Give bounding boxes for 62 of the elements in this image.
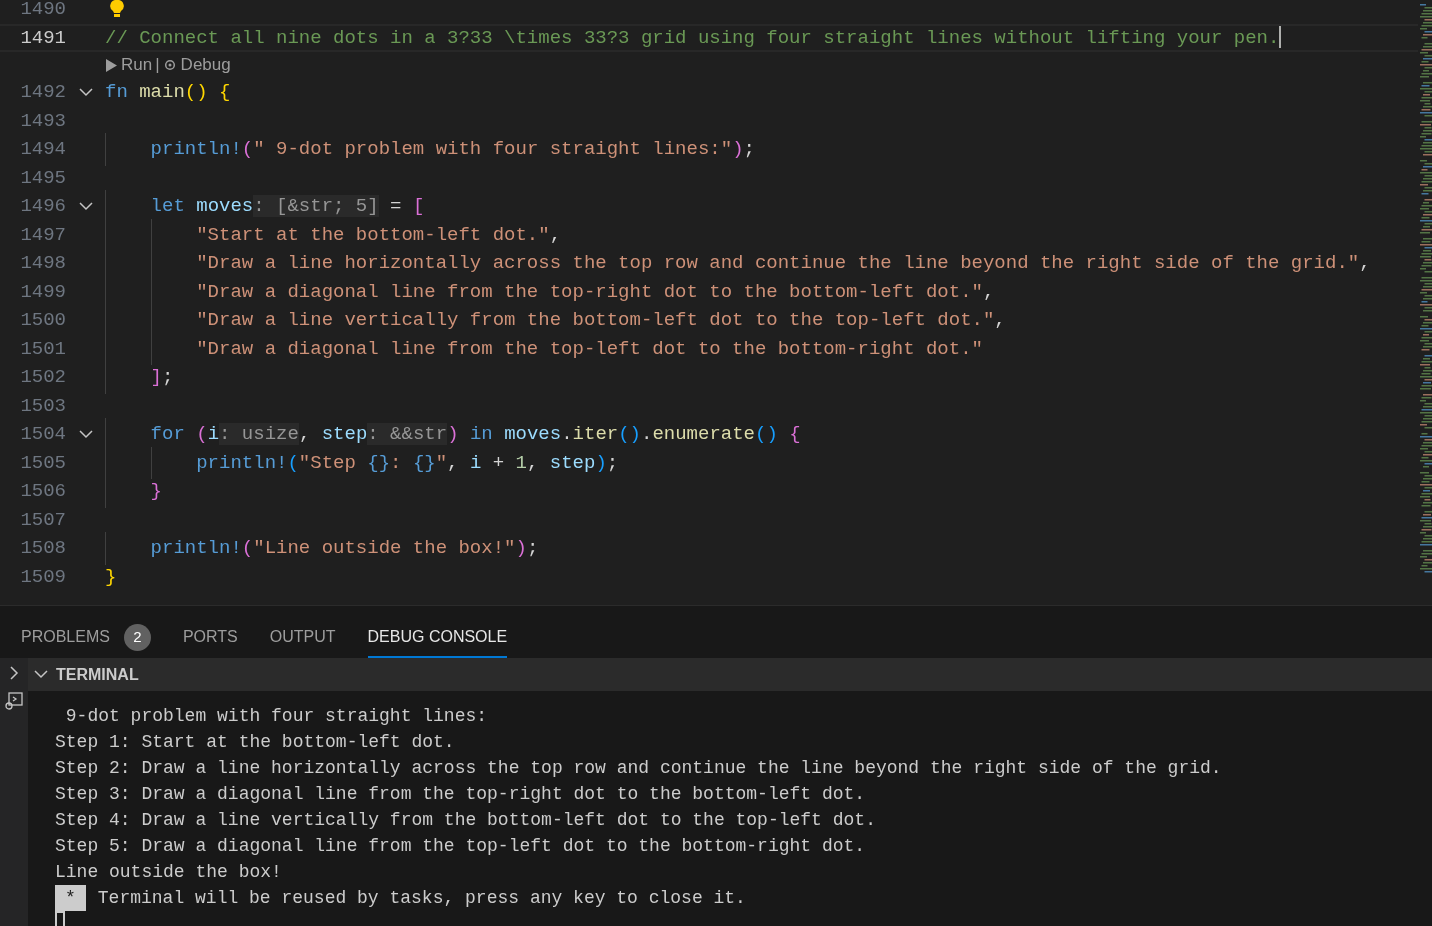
code-line: "Draw a diagonal line from the top-left dot to the bottom-right dot." — [195, 337, 983, 360]
line-number: 1500 — [19, 308, 66, 333]
terminal-line: Step 4: Draw a line vertically from the bottom-left dot to the top-left dot. — [55, 809, 876, 832]
code-line: } — [149, 480, 162, 502]
terminal-line: Step 5: Draw a diagonal line from the top-left dot to the bottom-right dot. — [55, 835, 866, 858]
code-line: fn main() { — [105, 81, 231, 103]
code-line: "Start at the bottom-left dot.", — [195, 223, 562, 246]
code-line: println!(" 9-dot problem with four straight lines:"); — [149, 138, 755, 160]
terminal-icon[interactable] — [5, 692, 23, 710]
code-line: println!("Step {}: {}", i + 1, step); — [195, 451, 619, 474]
line-number: 1505 — [19, 450, 66, 476]
task-marker: * — [55, 885, 86, 911]
line-number: 1502 — [19, 365, 66, 390]
run-link[interactable]: Run — [105, 52, 153, 78]
chevron-right-icon[interactable] — [9, 666, 19, 680]
terminal-line: 9-dot problem with four straight lines: — [64, 705, 488, 728]
line-number: 1497 — [19, 222, 66, 248]
line-number: 1496 — [19, 194, 66, 219]
code-line: "Draw a diagonal line from the top-right dot to the bottom-left dot.", — [195, 280, 995, 303]
line-number: 1507 — [19, 507, 66, 533]
terminal-line: Step 1: Start at the bottom-left dot. — [55, 731, 455, 754]
terminal-line: Terminal will be reused by tasks, press any key to close it. — [97, 887, 746, 910]
chevron-down-icon[interactable] — [78, 87, 93, 97]
terminal-line: Line outside the box! — [55, 861, 282, 884]
code-line: for (i: usize, step: &&str) in moves.iter().enumerate() { — [149, 423, 801, 445]
separator: | — [155, 54, 160, 77]
terminal-section-header[interactable]: TERMINAL — [28, 658, 1432, 691]
play-icon — [105, 58, 117, 72]
code-line: ]; — [149, 366, 174, 388]
line-number: 1506 — [19, 479, 66, 504]
chevron-down-icon[interactable] — [78, 429, 93, 439]
terminal-line: Step 2: Draw a line horizontally across the top row and continue the line beyond the right side of the grid. — [55, 757, 1222, 780]
code-line: "Draw a line vertically from the bottom-left dot to the top-left dot.", — [195, 309, 1006, 331]
panel-tab[interactable]: OUTPUT — [269, 618, 336, 658]
code-line: let moves: [&str; 5] = [ — [149, 195, 425, 217]
code-line: } — [105, 565, 117, 588]
line-number: 1504 — [19, 422, 66, 447]
line-number: 1492 — [19, 80, 66, 105]
lightbulb-icon[interactable] — [110, 0, 124, 19]
line-number: 1491 — [19, 25, 66, 51]
chevron-down-icon[interactable] — [78, 201, 93, 211]
line-number: 1501 — [19, 336, 66, 362]
code-line: // Connect all nine dots in a 3?33 \times 33?3 grid using four straight lines without lifting your pen. — [105, 26, 1282, 49]
line-number: 1493 — [19, 108, 66, 134]
line-number: 1495 — [19, 165, 66, 191]
terminal-line: Step 3: Draw a diagonal line from the top-right dot to the bottom-left dot. — [55, 783, 866, 806]
count-badge: 2 — [123, 623, 151, 651]
code-line: println!("Line outside the box!"); — [149, 537, 539, 559]
line-number: 1490 — [19, 0, 66, 22]
debug-link[interactable]: Debug — [162, 52, 231, 78]
line-number: 1503 — [19, 393, 66, 419]
line-number: 1498 — [19, 251, 66, 276]
panel-tab[interactable]: PROBLEMS 2 — [21, 618, 151, 658]
line-number: 1508 — [19, 536, 66, 561]
line-number: 1494 — [19, 137, 66, 162]
panel-tab[interactable]: PORTS — [182, 618, 238, 658]
gear-icon — [162, 58, 177, 72]
code-line: "Draw a line horizontally across the top row and continue the line beyond the right side of the grid.", — [195, 252, 1371, 274]
line-number: 1499 — [19, 279, 66, 305]
line-number: 1509 — [19, 564, 66, 590]
terminal-cursor — [55, 911, 65, 926]
chevron-down-icon — [34, 670, 48, 679]
